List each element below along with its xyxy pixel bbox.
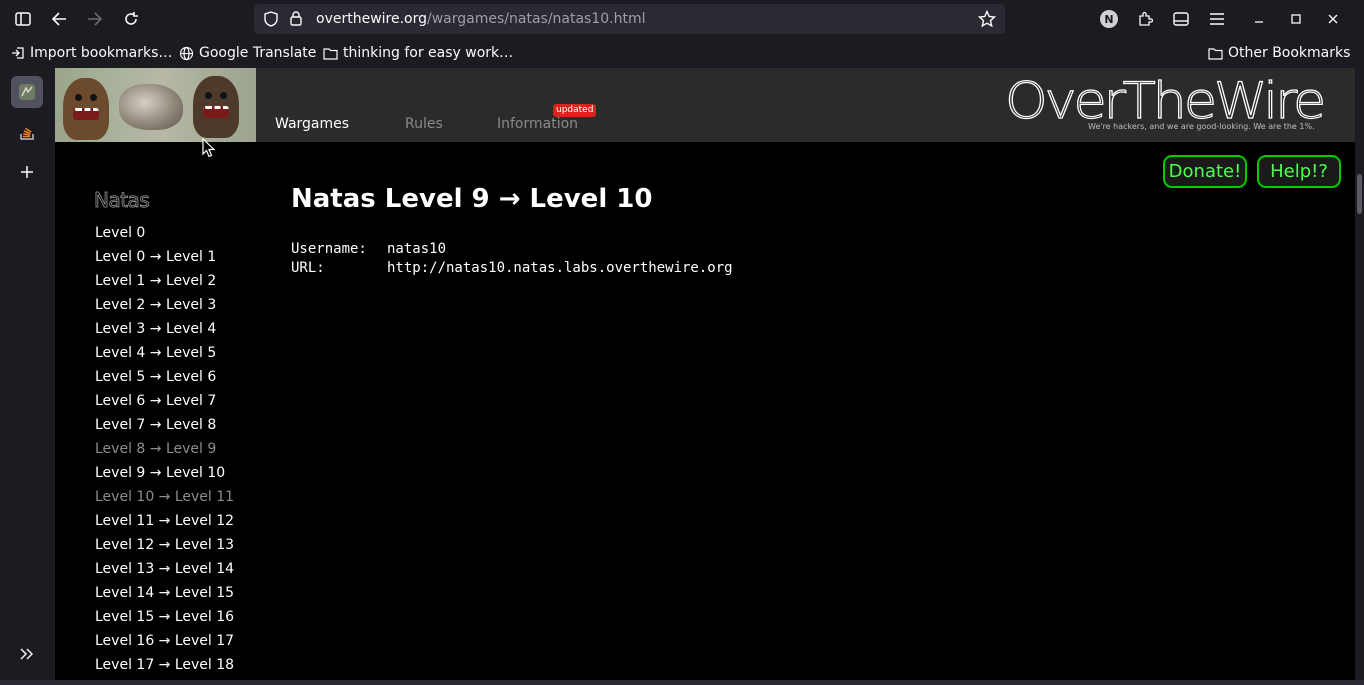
level-link[interactable]: Level 2 → Level 3 bbox=[95, 296, 234, 320]
bookmark-label: thinking for easy work… bbox=[343, 45, 514, 61]
menu-icon[interactable] bbox=[1205, 7, 1229, 31]
domo-figure-left bbox=[63, 78, 109, 140]
domo-figure-right bbox=[193, 76, 239, 138]
level-link[interactable]: Level 4 → Level 5 bbox=[95, 344, 234, 368]
expand-sidebar-icon[interactable] bbox=[11, 638, 43, 670]
level-link[interactable]: Level 15 → Level 16 bbox=[95, 608, 234, 632]
level-link[interactable]: Level 0 bbox=[95, 224, 234, 248]
level-link[interactable]: Level 17 → Level 18 bbox=[95, 656, 234, 680]
avatar-letter: N bbox=[1100, 10, 1118, 28]
scrollbar-thumb[interactable] bbox=[1357, 174, 1362, 214]
level-link[interactable]: Level 12 → Level 13 bbox=[95, 536, 234, 560]
url-value: http://natas10.natas.labs.overthewire.or… bbox=[387, 260, 733, 276]
nav-rules[interactable]: Rules bbox=[405, 116, 443, 132]
level-link[interactable]: Level 0 → Level 1 bbox=[95, 248, 234, 272]
forward-icon[interactable] bbox=[83, 7, 107, 31]
donate-button[interactable]: Donate! bbox=[1163, 155, 1247, 188]
level-link[interactable]: Level 9 → Level 10 bbox=[95, 464, 234, 488]
bookmark-google-translate[interactable]: Google Translate bbox=[179, 45, 316, 61]
level-link[interactable]: Level 13 → Level 14 bbox=[95, 560, 234, 584]
lock-icon[interactable] bbox=[290, 11, 302, 30]
bookmarks-bar: Import bookmarks… Google Translate think… bbox=[0, 38, 1364, 68]
bookmark-folder-thinking[interactable]: thinking for easy work… bbox=[323, 45, 513, 61]
level-link[interactable]: Level 7 → Level 8 bbox=[95, 416, 234, 440]
help-button[interactable]: Help!? bbox=[1257, 155, 1341, 188]
credentials-block: Username: natas10 URL: http://natas10.na… bbox=[291, 240, 733, 278]
url-row: URL: http://natas10.natas.labs.overthewi… bbox=[291, 259, 733, 278]
updated-badge: updated bbox=[553, 104, 597, 117]
username-label: Username: bbox=[291, 241, 367, 257]
reload-icon[interactable] bbox=[119, 7, 143, 31]
browser-sidebar bbox=[0, 68, 55, 680]
logo-text: OverTheWire bbox=[1005, 74, 1323, 124]
reader-view-icon[interactable] bbox=[1169, 7, 1193, 31]
username-value: natas10 bbox=[387, 241, 447, 257]
browser-toolbar: overthewire.org/wargames/natas/natas10.h… bbox=[0, 0, 1364, 38]
level-link[interactable]: Level 1 → Level 2 bbox=[95, 272, 234, 296]
window-bottom-edge bbox=[0, 680, 1364, 685]
stackoverflow-icon[interactable] bbox=[11, 116, 43, 148]
url-text: overthewire.org/wargames/natas/natas10.h… bbox=[316, 11, 646, 27]
level-link[interactable]: Level 6 → Level 7 bbox=[95, 392, 234, 416]
close-icon[interactable] bbox=[1321, 7, 1345, 31]
level-link[interactable]: Level 10 → Level 11 bbox=[95, 488, 234, 512]
bookmark-label: Google Translate bbox=[199, 45, 317, 61]
webpage: Wargames Rules Information updated OverT… bbox=[55, 68, 1355, 680]
site-header: Wargames Rules Information updated OverT… bbox=[55, 68, 1355, 142]
bookmark-label: Other Bookmarks bbox=[1228, 45, 1351, 61]
extensions-icon[interactable] bbox=[1133, 7, 1157, 31]
bookmark-folder-other[interactable]: Other Bookmarks bbox=[1208, 45, 1350, 61]
kitten-figure bbox=[119, 84, 183, 130]
add-panel-icon[interactable] bbox=[11, 156, 43, 188]
level-link[interactable]: Level 14 → Level 15 bbox=[95, 584, 234, 608]
bookmark-label: Import bookmarks… bbox=[30, 45, 173, 61]
account-avatar[interactable]: N bbox=[1097, 7, 1121, 31]
sidebar-toggle-icon[interactable] bbox=[11, 7, 35, 31]
address-bar[interactable]: overthewire.org/wargames/natas/natas10.h… bbox=[254, 4, 1005, 34]
shield-icon[interactable] bbox=[264, 11, 278, 31]
sidebar-title: Natas bbox=[94, 188, 151, 213]
level-list: Level 0 Level 0 → Level 1 Level 1 → Level … bbox=[95, 224, 234, 680]
banner-image bbox=[55, 68, 256, 142]
back-icon[interactable] bbox=[47, 7, 71, 31]
nav-information[interactable]: Information bbox=[497, 116, 578, 132]
page-title: Natas Level 9 → Level 10 bbox=[291, 184, 653, 214]
maximize-icon[interactable] bbox=[1284, 7, 1308, 31]
overthewire-logo[interactable]: OverTheWire bbox=[1005, 74, 1325, 124]
url-label: URL: bbox=[291, 260, 325, 276]
nav-wargames[interactable]: Wargames bbox=[275, 116, 349, 132]
level-link[interactable]: Level 3 → Level 4 bbox=[95, 320, 234, 344]
minimize-icon[interactable] bbox=[1247, 7, 1271, 31]
sidebar-extension-icon[interactable] bbox=[11, 76, 43, 108]
level-link[interactable]: Level 8 → Level 9 bbox=[95, 440, 234, 464]
bookmark-import[interactable]: Import bookmarks… bbox=[11, 45, 172, 61]
page-scrollbar[interactable] bbox=[1355, 68, 1364, 680]
tagline: We're hackers, and we are good-looking. … bbox=[1088, 122, 1315, 131]
mouse-cursor-icon bbox=[202, 138, 216, 158]
globe-icon bbox=[179, 46, 194, 60]
import-icon bbox=[12, 47, 24, 59]
bookmark-star-icon[interactable] bbox=[975, 7, 999, 31]
folder-icon bbox=[1208, 47, 1223, 60]
folder-icon bbox=[323, 47, 338, 60]
level-link[interactable]: Level 16 → Level 17 bbox=[95, 632, 234, 656]
level-link[interactable]: Level 11 → Level 12 bbox=[95, 512, 234, 536]
username-row: Username: natas10 bbox=[291, 240, 733, 259]
level-link[interactable]: Level 5 → Level 6 bbox=[95, 368, 234, 392]
